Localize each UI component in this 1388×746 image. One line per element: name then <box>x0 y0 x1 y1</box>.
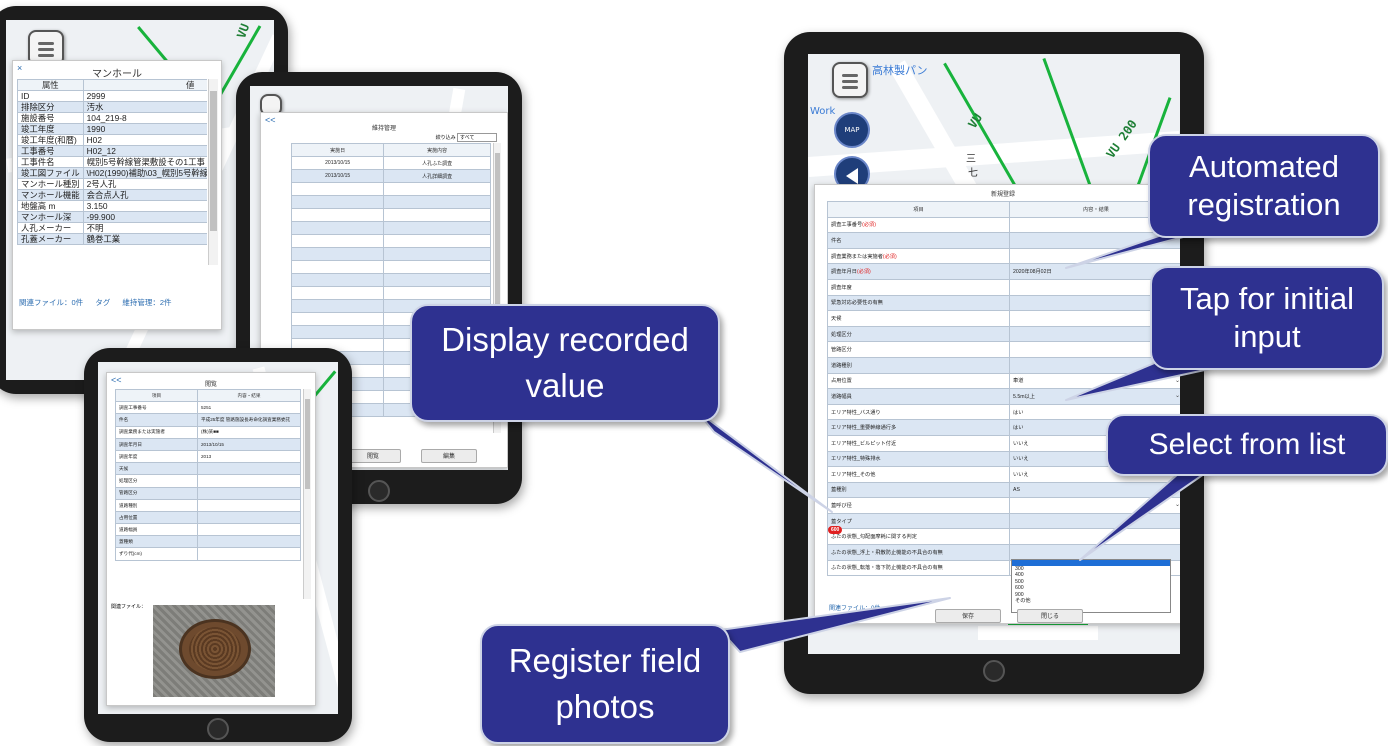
callout-display-recorded-value: Display recorded value <box>410 304 720 422</box>
callout-text: Register field photos <box>508 642 702 725</box>
callout-tap-initial-input: Tap for initial input <box>1150 266 1384 370</box>
callout-text: Tap for initial input <box>1179 281 1355 354</box>
callout-select-from-list: Select from list <box>1106 414 1388 476</box>
callout-register-field-photos: Register field photos <box>480 624 730 744</box>
callout-text: Automated registration <box>1187 149 1341 222</box>
pointer-display <box>695 409 833 513</box>
callout-text: Display recorded value <box>441 321 689 404</box>
pointer-register <box>719 597 951 653</box>
callout-text: Select from list <box>1148 428 1346 461</box>
pointer-select <box>1079 473 1205 561</box>
callout-automated-registration: Automated registration <box>1148 134 1380 238</box>
